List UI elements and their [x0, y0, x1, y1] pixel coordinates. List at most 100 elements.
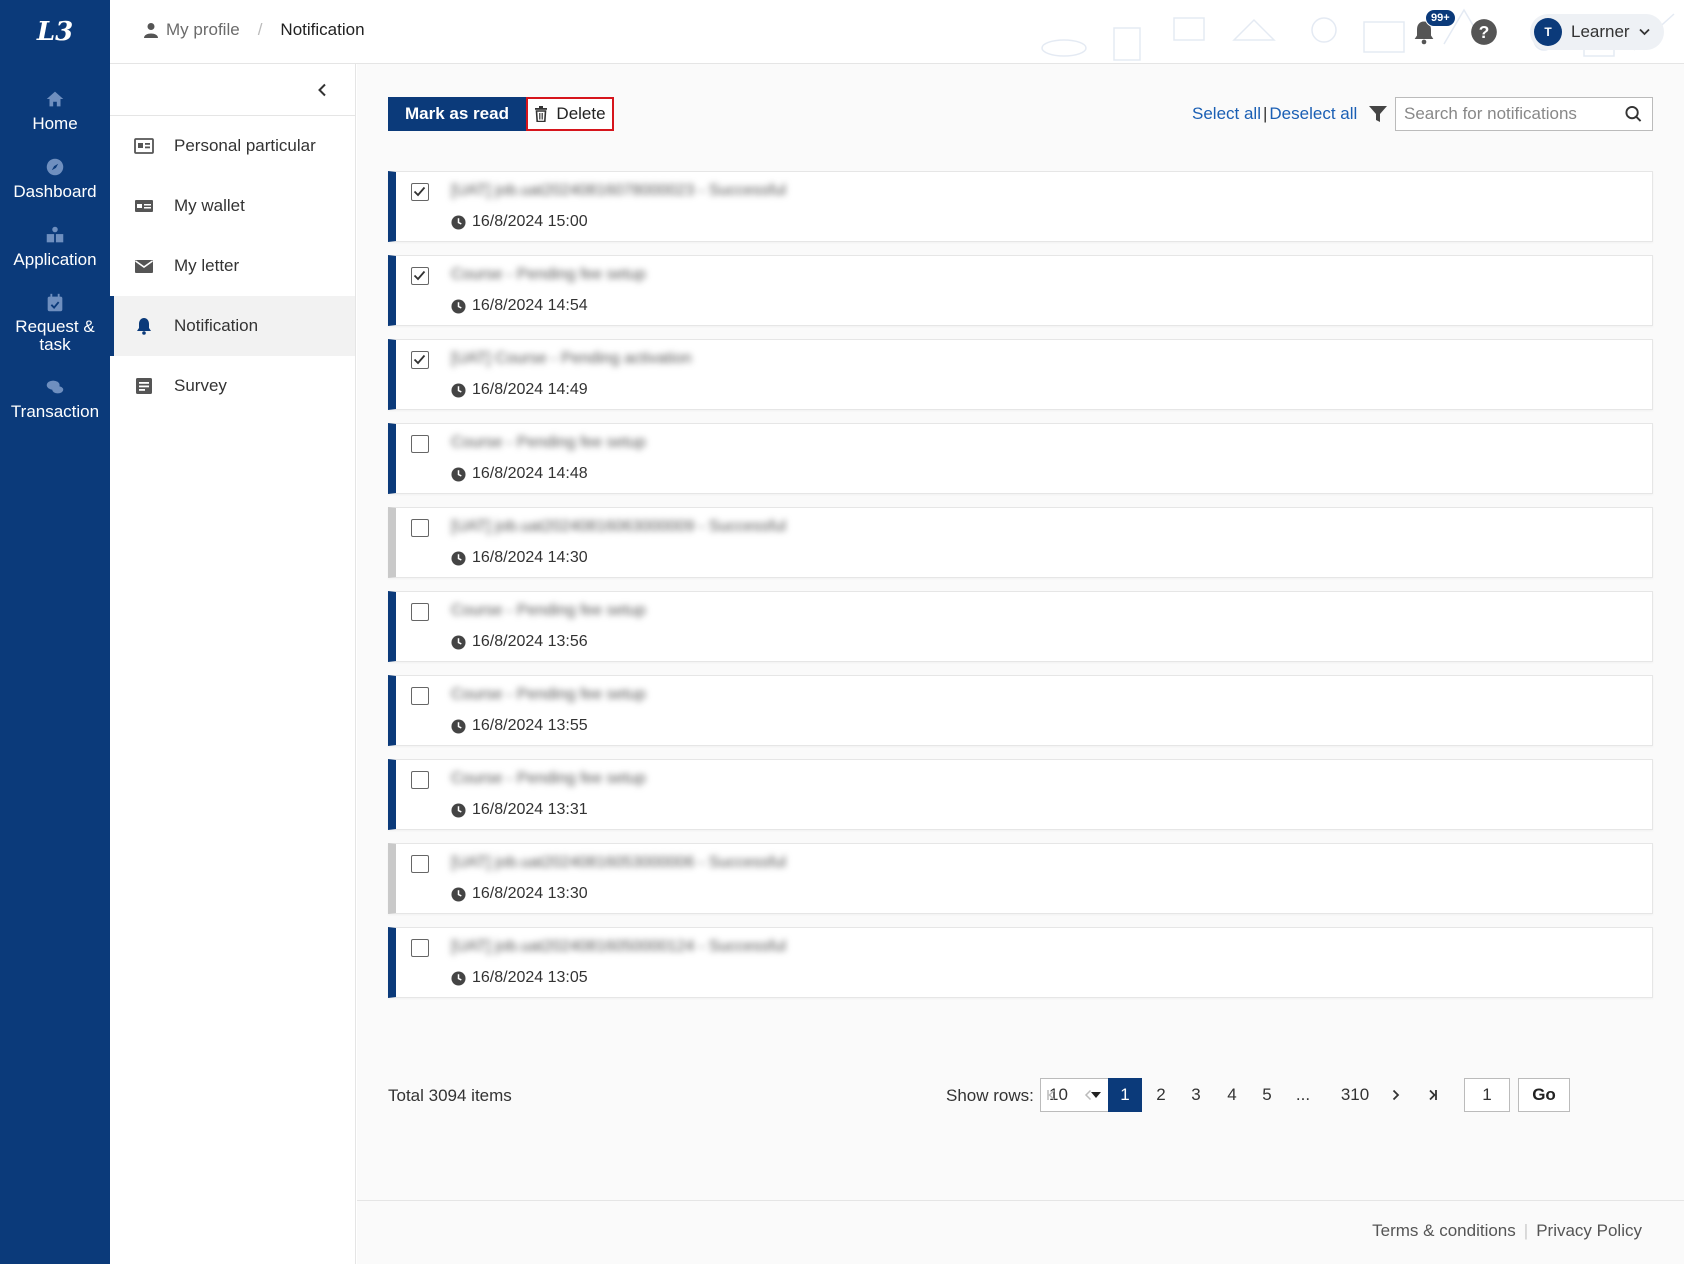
notification-card[interactable]: [UAT] job.uat20240816078000023 - Success…: [388, 171, 1653, 242]
page-link[interactable]: 310: [1338, 1078, 1372, 1112]
notification-checkbox[interactable]: [411, 519, 429, 537]
notification-checkbox[interactable]: [411, 855, 429, 873]
nav-item-label: Request & task: [15, 317, 95, 354]
next-page-button[interactable]: [1379, 1078, 1413, 1112]
go-to-page-input[interactable]: 1: [1464, 1078, 1510, 1112]
trash-icon: [535, 106, 548, 122]
first-page-icon: [1047, 1089, 1055, 1101]
notification-card[interactable]: [UAT] job.uat20240816050000124 - Success…: [388, 927, 1653, 998]
notification-title: [UAT] job.uat20240816078000023 - Success…: [451, 182, 787, 199]
select-all-link[interactable]: Select all: [1192, 104, 1261, 123]
notification-card[interactable]: [UAT] job.uat20240816063000009 - Success…: [388, 507, 1653, 578]
clock-icon: [451, 634, 466, 650]
notification-card[interactable]: [UAT] job.uat20240816053000006 - Success…: [388, 843, 1653, 914]
page-ellipsis: ...: [1295, 1085, 1311, 1104]
search-input[interactable]: [1404, 104, 1625, 124]
delete-button[interactable]: Delete: [526, 97, 614, 131]
nav-item-request-task[interactable]: Request & task: [0, 270, 110, 354]
chevron-left-icon: [1084, 1089, 1092, 1101]
breadcrumb-profile[interactable]: My profile: [144, 20, 240, 40]
privacy-link[interactable]: Privacy Policy: [1536, 1221, 1642, 1241]
terms-link[interactable]: Terms & conditions: [1372, 1221, 1516, 1241]
notification-time-text: 16/8/2024 13:55: [472, 717, 588, 734]
svg-text:?: ?: [1479, 22, 1490, 42]
notification-card[interactable]: [UAT] Course - Pending activation 16/8/20…: [388, 339, 1653, 410]
notification-checkbox[interactable]: [411, 267, 429, 285]
collapse-menu-button[interactable]: [110, 64, 355, 116]
notification-title: [UAT] Course - Pending activation: [451, 350, 692, 367]
notification-card[interactable]: Course - Pending fee setup 16/8/2024 14:4…: [388, 423, 1653, 494]
breadcrumb-separator: /: [257, 20, 263, 39]
page-link[interactable]: 1: [1108, 1078, 1142, 1112]
notification-checkbox[interactable]: [411, 687, 429, 705]
notification-checkbox[interactable]: [411, 435, 429, 453]
user-menu[interactable]: T Learner: [1530, 14, 1664, 50]
last-page-icon: [1429, 1089, 1437, 1101]
footer: Terms & conditions | Privacy Policy: [357, 1200, 1684, 1264]
checkmark-icon: [413, 354, 426, 365]
search-icon[interactable]: [1625, 105, 1642, 123]
sidemenu-item-my-wallet[interactable]: My wallet: [110, 176, 355, 236]
logo-mark: L3: [36, 17, 74, 47]
user-name: Learner: [1571, 22, 1630, 41]
notification-count-badge: 99+: [1425, 9, 1456, 27]
notification-title: Course - Pending fee setup: [451, 770, 646, 787]
filter-icon[interactable]: [1368, 104, 1388, 124]
notification-checkbox[interactable]: [411, 939, 429, 957]
top-bar: My profile / Notification 99+ ? T Learne…: [110, 0, 1684, 64]
page-link[interactable]: 3: [1179, 1078, 1213, 1112]
sidemenu-item-label: My wallet: [174, 196, 245, 215]
notification-time-text: 16/8/2024 15:00: [472, 213, 588, 230]
first-page-button[interactable]: [1034, 1078, 1068, 1112]
wallet-icon: [135, 200, 153, 212]
notification-card[interactable]: Course - Pending fee setup 16/8/2024 13:5…: [388, 591, 1653, 662]
notification-checkbox[interactable]: [411, 351, 429, 369]
notification-title: [UAT] job.uat20240816053000006 - Success…: [451, 854, 787, 871]
nav-item-application[interactable]: Application: [0, 202, 110, 270]
nav-item-home[interactable]: Home: [0, 64, 110, 134]
deselect-all-link[interactable]: Deselect all: [1269, 104, 1357, 123]
clock-icon: [451, 802, 466, 818]
mark-as-read-button[interactable]: Mark as read: [388, 97, 526, 131]
breadcrumb-current: Notification: [280, 20, 365, 39]
nav-item-dashboard[interactable]: Dashboard: [0, 134, 110, 202]
transaction-icon: [46, 380, 64, 394]
checkmark-icon: [413, 270, 426, 281]
survey-icon: [136, 378, 152, 394]
notification-time: 16/8/2024 14:54: [451, 297, 588, 315]
chevron-left-icon: [318, 83, 326, 96]
notification-time-text: 16/8/2024 13:30: [472, 885, 588, 902]
notification-title: [UAT] job.uat20240816050000124 - Success…: [451, 938, 787, 955]
help-icon[interactable]: ?: [1470, 18, 1498, 46]
go-button[interactable]: Go: [1518, 1078, 1570, 1112]
notification-time: 16/8/2024 13:30: [451, 885, 588, 903]
notification-checkbox[interactable]: [411, 771, 429, 789]
app-logo[interactable]: L3: [0, 0, 110, 64]
notification-card[interactable]: Course - Pending fee setup 16/8/2024 13:5…: [388, 675, 1653, 746]
clock-icon: [451, 298, 466, 314]
notification-checkbox[interactable]: [411, 183, 429, 201]
sidemenu-item-label: Personal particular: [174, 136, 316, 155]
page-link[interactable]: 5: [1250, 1078, 1284, 1112]
envelope-icon: [135, 260, 153, 273]
prev-page-button[interactable]: [1071, 1078, 1105, 1112]
notification-time: 16/8/2024 15:00: [451, 213, 588, 231]
clock-icon: [451, 550, 466, 566]
notification-title: [UAT] job.uat20240816063000009 - Success…: [451, 518, 787, 535]
sidemenu-item-notification[interactable]: Notification: [110, 296, 355, 356]
clock-icon: [451, 382, 466, 398]
sidemenu-item-my-letter[interactable]: My letter: [110, 236, 355, 296]
page-link[interactable]: 2: [1144, 1078, 1178, 1112]
notification-card[interactable]: Course - Pending fee setup 16/8/2024 14:5…: [388, 255, 1653, 326]
sidemenu-item-personal-particular[interactable]: Personal particular: [110, 116, 355, 176]
sidemenu-item-label: Notification: [174, 316, 259, 335]
sidemenu-item-survey[interactable]: Survey: [110, 356, 355, 416]
last-page-button[interactable]: [1416, 1078, 1450, 1112]
profile-side-menu: Personal particular My wallet My letter …: [110, 64, 356, 1264]
nav-item-transaction[interactable]: Transaction: [0, 354, 110, 422]
notification-checkbox[interactable]: [411, 603, 429, 621]
sidemenu-item-label: My letter: [174, 256, 240, 275]
notification-card[interactable]: Course - Pending fee setup 16/8/2024 13:3…: [388, 759, 1653, 830]
page-link[interactable]: 4: [1215, 1078, 1249, 1112]
breadcrumb: My profile / Notification: [144, 20, 365, 40]
